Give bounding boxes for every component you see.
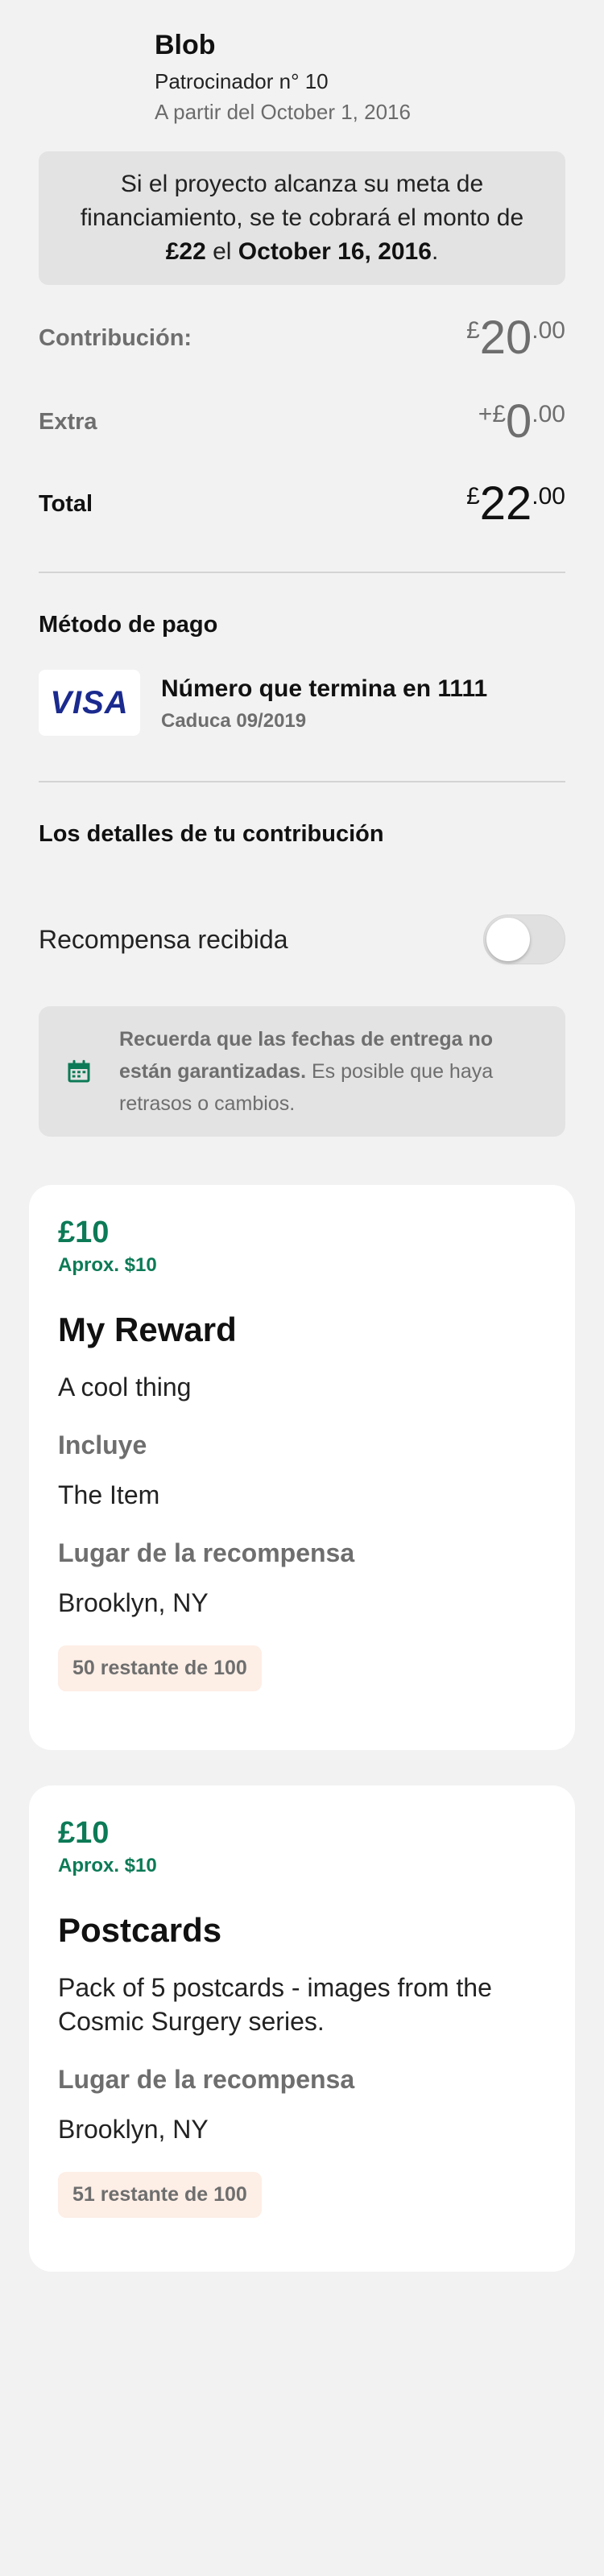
reward-price: £10 (58, 1216, 110, 1249)
extra-currency: +£ (478, 401, 507, 427)
extra-whole: 0 (506, 395, 532, 448)
notice-amount: £22 (165, 238, 206, 265)
card-number: Número que termina en 1111 (161, 675, 488, 702)
calendar-icon (68, 1059, 90, 1083)
notice-text-pre: Si el proyecto alcanza su meta de financ… (80, 171, 524, 231)
reward-remaining-badge: 51 restante de 100 (58, 2172, 262, 2218)
reward-location: Brooklyn, NY (58, 2115, 209, 2144)
reward-received-label: Recompensa recibida (39, 924, 288, 954)
contribution-details-title: Los detalles de tu contribución (39, 821, 384, 847)
delivery-note: Recuerda que las fechas de entrega no es… (39, 1006, 565, 1137)
reward-card: £10 Aprox. $10 My Reward A cool thing In… (29, 1185, 575, 1750)
extra-amount: +£ 0 .00 (478, 398, 565, 446)
toggle-knob (486, 918, 530, 961)
contribution-label: Contribución: (39, 324, 192, 351)
card-expiry: Caduca 09/2019 (161, 710, 307, 732)
total-row: Total £ 22 .00 (39, 480, 565, 528)
divider (39, 572, 565, 573)
contribution-whole: 20 (479, 312, 532, 364)
reward-title: Postcards (58, 1911, 222, 1949)
reward-card: £10 Aprox. $10 Postcards Pack of 5 postc… (29, 1785, 575, 2272)
funding-notice-text: Si el proyecto alcanza su meta de financ… (71, 167, 533, 269)
notice-text-mid: el (205, 238, 238, 265)
total-label: Total (39, 490, 93, 517)
reward-received-row: Recompensa recibida (39, 914, 565, 964)
reward-includes-label: Incluye (58, 1430, 147, 1459)
reward-description: A cool thing (58, 1373, 192, 1402)
reward-remaining-badge: 50 restante de 100 (58, 1645, 262, 1691)
contribution-currency: £ (466, 317, 480, 344)
reward-description: Pack of 5 postcards - images from the Co… (58, 1973, 492, 2036)
contribution-cents: .00 (532, 317, 565, 344)
reward-location-label: Lugar de la recompensa (58, 2065, 355, 2094)
backer-since-date: A partir del October 1, 2016 (155, 100, 411, 124)
backer-header: Blob Patrocinador n° 10 A partir del Oct… (155, 27, 411, 126)
reward-location-label: Lugar de la recompensa (58, 1538, 355, 1567)
backer-number: Patrocinador n° 10 (155, 69, 329, 93)
divider (39, 781, 565, 782)
reward-price: £10 (58, 1816, 110, 1850)
reward-approx-price: Aprox. $10 (58, 1855, 157, 1876)
reward-approx-price: Aprox. $10 (58, 1254, 157, 1276)
total-amount: £ 22 .00 (466, 480, 565, 528)
notice-text-end: . (431, 238, 439, 265)
visa-logo-text: VISA (50, 684, 129, 720)
delivery-note-text: Recuerda que las fechas de entrega no es… (119, 1023, 541, 1120)
payment-card: VISA Número que termina en 1111 Caduca 0… (39, 670, 487, 736)
backer-name: Blob (155, 30, 216, 60)
card-info: Número que termina en 1111 Caduca 09/201… (161, 673, 487, 733)
extra-row: Extra +£ 0 .00 (39, 398, 565, 446)
total-currency: £ (466, 483, 480, 510)
contribution-row: Contribución: £ 20 .00 (39, 314, 565, 362)
reward-received-toggle[interactable] (483, 914, 565, 964)
visa-logo-icon: VISA (39, 670, 140, 736)
notice-date: October 16, 2016 (238, 238, 432, 265)
total-cents: .00 (532, 483, 565, 510)
funding-notice: Si el proyecto alcanza su meta de financ… (39, 151, 565, 285)
extra-label: Extra (39, 408, 97, 435)
reward-includes-item: The Item (58, 1480, 160, 1509)
contribution-amount: £ 20 .00 (466, 314, 565, 362)
reward-title: My Reward (58, 1311, 237, 1348)
reward-location: Brooklyn, NY (58, 1588, 209, 1617)
payment-method-title: Método de pago (39, 612, 218, 638)
total-whole: 22 (479, 477, 532, 530)
extra-cents: .00 (532, 401, 565, 427)
